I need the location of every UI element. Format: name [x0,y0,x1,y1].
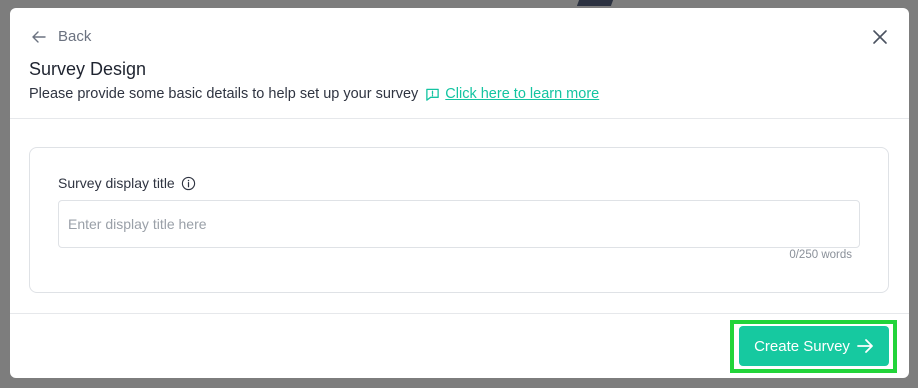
info-icon[interactable] [181,176,196,191]
form-card: Survey display title 0/250 words [29,147,889,293]
arrow-right-icon [857,339,873,353]
display-title-input[interactable] [58,200,860,248]
page-subtitle: Please provide some basic details to hel… [29,86,599,102]
back-button[interactable]: Back [32,28,91,45]
learn-more-link[interactable]: Click here to learn more [445,86,599,102]
message-square-icon [426,88,440,101]
survey-design-modal: Back Survey Design Please provide some b… [10,8,909,378]
subtitle-text: Please provide some basic details to hel… [29,86,419,102]
word-count: 0/250 words [789,249,852,261]
arrow-left-icon [32,30,46,43]
display-title-label: Survey display title [58,175,196,191]
create-survey-label: Create Survey [754,337,850,355]
create-survey-button[interactable]: Create Survey [739,326,889,366]
back-label: Back [58,28,92,45]
backdrop-decoration [576,0,614,6]
display-title-label-text: Survey display title [58,175,175,191]
page-title: Survey Design [29,59,147,79]
footer-divider [10,313,909,314]
close-icon[interactable] [871,28,889,46]
header-divider [10,118,909,119]
